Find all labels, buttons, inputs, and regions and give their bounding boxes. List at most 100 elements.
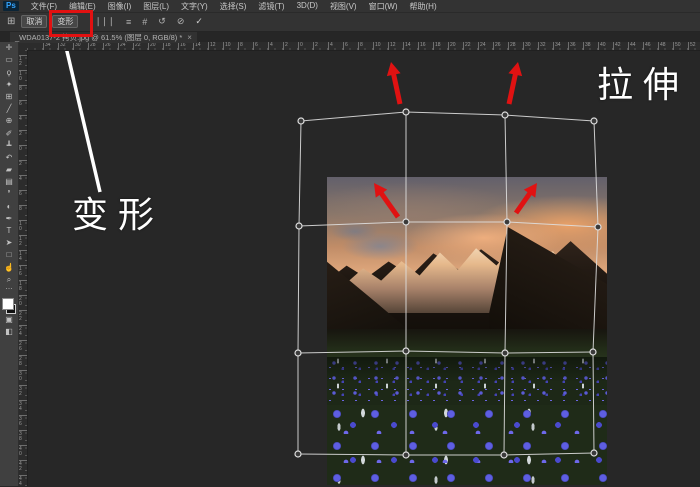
warp-control-point[interactable] — [403, 109, 409, 115]
gradient-tool[interactable]: ▤ — [1, 176, 17, 188]
options-bar-icons: ❘❘❘ ≡ # ↺ ⊘ ✓ — [88, 16, 208, 27]
h-ruler-label: 8 — [240, 42, 243, 48]
h-ruler-label: 40 — [600, 42, 606, 48]
v-ruler-label: 8 — [19, 207, 22, 212]
tab-close-icon[interactable]: × — [187, 32, 192, 43]
v-ruler-label: 3 8 — [19, 432, 22, 442]
warp-control-point[interactable] — [295, 451, 301, 457]
quick-mask-icon[interactable]: ▣ — [1, 314, 17, 326]
warp-control-point[interactable] — [591, 450, 597, 456]
cancel-transform-icon[interactable]: ⊘ — [177, 16, 184, 27]
menu-file[interactable]: 文件(F) — [25, 1, 63, 12]
red-arrow — [380, 192, 398, 217]
warp-control-point[interactable] — [501, 452, 507, 458]
marquee-tool[interactable]: ▭ — [1, 54, 17, 66]
h-ruler-label: 24 — [480, 42, 486, 48]
brush-tool[interactable]: ✐ — [1, 128, 17, 140]
warp-control-point[interactable] — [591, 118, 597, 124]
warp-grid-line — [593, 121, 598, 453]
warp-control-point[interactable] — [295, 350, 301, 356]
warp-control-point[interactable] — [403, 452, 409, 458]
eraser-tool[interactable]: ▰ — [1, 164, 17, 176]
v-ruler-label: 6 — [19, 102, 22, 107]
h-ruler-label: 6 — [345, 42, 348, 48]
menu-select[interactable]: 选择(S) — [214, 1, 253, 12]
menu-view[interactable]: 视图(V) — [324, 1, 363, 12]
screen-mode-icon[interactable]: ◧ — [1, 326, 17, 338]
history-brush-tool[interactable]: ↶ — [1, 152, 17, 164]
menu-layer[interactable]: 图层(L) — [137, 1, 175, 12]
warp-control-point[interactable] — [403, 219, 409, 225]
warp-grid-line — [298, 453, 594, 455]
eyedropper-tool[interactable]: ╱ — [1, 103, 17, 115]
commit-transform-icon[interactable]: ✓ — [195, 16, 202, 27]
photoshop-logo: Ps — [3, 1, 19, 11]
warp-grid-line — [504, 115, 507, 455]
color-swatches[interactable] — [2, 298, 16, 314]
menu-window[interactable]: 窗口(W) — [363, 1, 404, 12]
warp-control-point[interactable] — [590, 349, 596, 355]
split-warp-horizontal-icon[interactable]: ≡ — [126, 17, 130, 27]
type-tool[interactable]: T — [1, 225, 17, 237]
shape-tool[interactable]: □ — [1, 249, 17, 261]
move-tool[interactable]: ✛ — [1, 42, 17, 54]
spot-healing-tool[interactable]: ⊕ — [1, 115, 17, 127]
warp-control-point[interactable] — [504, 219, 510, 225]
warp-control-point[interactable] — [595, 224, 601, 230]
v-ruler-label: 1 8 — [19, 282, 22, 292]
menu-3d[interactable]: 3D(D) — [291, 1, 324, 12]
menu-type[interactable]: 文字(Y) — [175, 1, 214, 12]
ruler-origin-corner[interactable] — [18, 42, 27, 50]
cancel-button[interactable]: 取消 — [21, 15, 47, 28]
pen-tool[interactable]: ✒ — [1, 213, 17, 225]
v-ruler-label: 1 2 — [19, 57, 22, 67]
warp-control-point[interactable] — [403, 348, 409, 354]
h-ruler-label: 26 — [495, 42, 501, 48]
reset-transform-icon[interactable]: ↺ — [158, 16, 165, 27]
h-ruler-label: 30 — [525, 42, 531, 48]
zoom-tool[interactable]: ⌕ — [1, 274, 17, 286]
menu-edit[interactable]: 编辑(E) — [63, 1, 102, 12]
red-arrow — [393, 73, 400, 104]
clone-stamp-tool[interactable]: ┻ — [1, 140, 17, 152]
quick-selection-tool[interactable]: ✦ — [1, 79, 17, 91]
warp-grid-line — [299, 222, 598, 227]
h-ruler-label: 42 — [615, 42, 621, 48]
tool-list: ✛▭ϙ✦⊞╱⊕✐┻↶▰▤❜◐✒T➤□☝⌕ — [1, 42, 17, 286]
dodge-tool[interactable]: ◐ — [1, 201, 17, 213]
menu-filter[interactable]: 滤镜(T) — [252, 1, 290, 12]
h-ruler-label: 36 — [570, 42, 576, 48]
h-ruler-label: 52 — [690, 42, 696, 48]
warp-mode-button[interactable]: 变形 — [52, 15, 78, 28]
vertical-ruler[interactable]: 1 21 08642024681 01 21 41 61 82 02 22 42… — [18, 50, 28, 486]
menu-image[interactable]: 图像(I) — [102, 1, 138, 12]
blur-tool[interactable]: ❜ — [1, 188, 17, 200]
warp-control-point[interactable] — [298, 118, 304, 124]
foreground-color-swatch[interactable] — [2, 298, 14, 310]
h-ruler-label: 14 — [405, 42, 411, 48]
v-ruler-label: 3 6 — [19, 417, 22, 427]
split-warp-vertical-icon[interactable]: ❘❘❘ — [94, 16, 114, 27]
menu-help[interactable]: 帮助(H) — [404, 1, 443, 12]
crop-tool[interactable]: ⊞ — [1, 91, 17, 103]
h-ruler-label: 0 — [300, 42, 303, 48]
edit-toolbar-icon[interactable]: ⋯ — [1, 286, 17, 295]
h-ruler-label: 10 — [375, 42, 381, 48]
h-ruler-label: 8 — [360, 42, 363, 48]
hand-tool[interactable]: ☝ — [1, 262, 17, 274]
warp-control-point[interactable] — [502, 112, 508, 118]
h-ruler-label: 6 — [255, 42, 258, 48]
document-tab[interactable]: _WDA0137-2 拷贝.jpg @ 61.5% (图层 0, RGB/8) … — [10, 31, 197, 43]
warp-grid-icon[interactable]: # — [142, 17, 146, 27]
warp-control-point[interactable] — [502, 350, 508, 356]
horizontal-ruler[interactable]: 3432302826242220181614121086420246810121… — [27, 42, 700, 51]
v-ruler-label: 4 — [19, 117, 22, 122]
path-selection-tool[interactable]: ➤ — [1, 237, 17, 249]
transform-options-bar: ⊞ 取消 变形 ❘❘❘ ≡ # ↺ ⊘ ✓ — [0, 12, 700, 32]
document-tab-title: _WDA0137-2 拷贝.jpg @ 61.5% (图层 0, RGB/8) … — [15, 32, 182, 43]
warp-control-point[interactable] — [296, 223, 302, 229]
v-ruler-label: 6 — [19, 192, 22, 197]
reference-point-icon[interactable]: ⊞ — [7, 16, 15, 27]
menu-items: 文件(F)编辑(E)图像(I)图层(L)文字(Y)选择(S)滤镜(T)3D(D)… — [25, 1, 443, 12]
lasso-tool[interactable]: ϙ — [1, 67, 17, 79]
